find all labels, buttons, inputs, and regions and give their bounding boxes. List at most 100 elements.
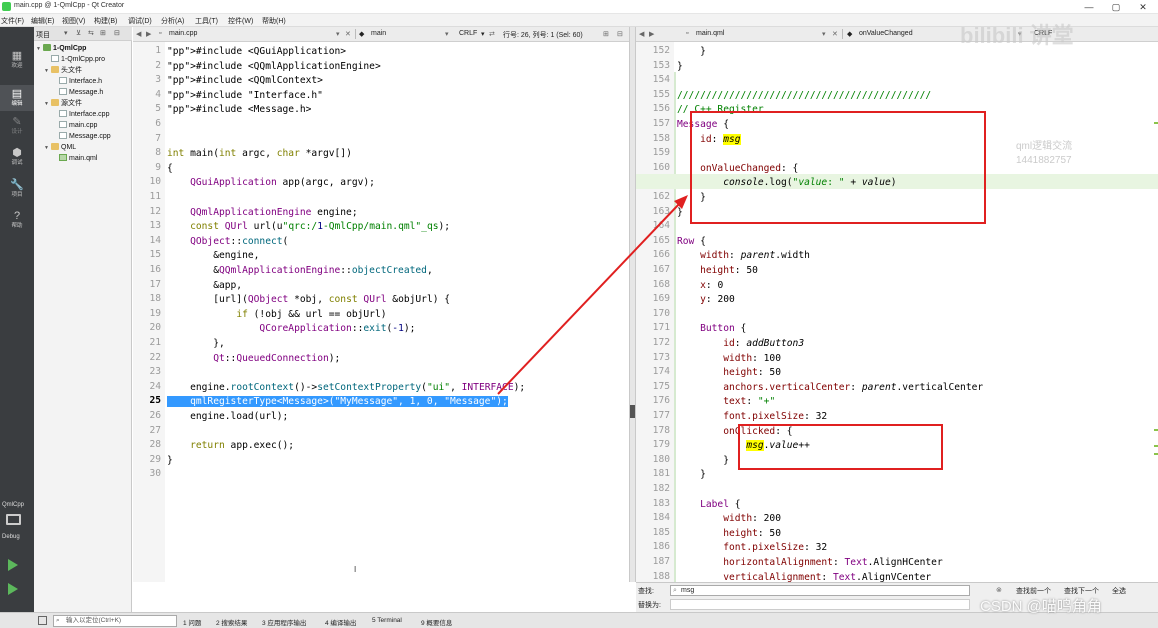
line-number: 28 <box>149 439 161 451</box>
line-ending-chevron-icon[interactable]: ▾ <box>481 30 485 38</box>
line-number: 170 <box>652 307 670 319</box>
symbol-chevron-icon[interactable]: ▾ <box>445 30 449 38</box>
menu-view[interactable]: 视图(V) <box>62 16 85 26</box>
line-number: 171 <box>652 322 670 334</box>
qml-editor-toolbar: ◀ ▶ ▫ main.qml ▾ ✕ ◆ onValueChanged ▾ CR… <box>636 27 1158 42</box>
mode-help[interactable]: ? 帮助 <box>0 207 34 233</box>
line-number: 180 <box>652 453 670 465</box>
tree-expand-icon[interactable]: ▼ <box>44 66 51 77</box>
find-input[interactable]: ⌕ msg <box>670 585 970 596</box>
minimize-button[interactable]: — <box>1076 1 1102 13</box>
line-number: 187 <box>652 556 670 567</box>
tree-expand-icon[interactable]: ▼ <box>44 143 51 154</box>
code-line: font.pixelSize: 32 <box>723 411 828 422</box>
menu-controls[interactable]: 控件(W) <box>228 16 253 26</box>
project-panel-header: 项目 ▾ ⊻ ⇆ ⊞ ⊟ <box>34 27 132 41</box>
pane-compile-output[interactable]: 4 编译输出 <box>325 617 356 627</box>
menu-debug[interactable]: 调试(D) <box>128 16 152 26</box>
qml-file-chevron-icon[interactable]: ▾ <box>822 30 826 38</box>
code-line: } <box>677 206 683 218</box>
line-number: 183 <box>652 497 670 509</box>
qml-symbol-selector[interactable]: onValueChanged <box>859 30 913 37</box>
toggle-sidebar-icon[interactable] <box>38 616 47 625</box>
mode-projects[interactable]: 🔧 项目 <box>0 176 34 202</box>
pane-issues[interactable]: 1 问题 <box>183 617 201 627</box>
filter-icon[interactable]: ⊻ <box>76 29 81 37</box>
menu-edit[interactable]: 编辑(E) <box>31 16 54 26</box>
link-icon[interactable]: ⇆ <box>88 29 94 37</box>
mode-debug-label: 调试 <box>11 160 23 166</box>
cpp-editor-toolbar: ◀ ▶ ▫ main.cpp ▾ ✕ ◆ main ▾ CRLF ▾ ⇄ 行号:… <box>133 27 629 42</box>
maximize-button[interactable]: ▢ <box>1103 1 1129 13</box>
scroll-thumb[interactable] <box>630 405 635 418</box>
encoding-icon[interactable]: ⇄ <box>489 30 495 38</box>
chevron-down-icon[interactable]: ▾ <box>64 29 68 37</box>
split-editor-icon[interactable]: ⊞ <box>603 30 609 38</box>
tree-expand-icon[interactable]: ▼ <box>36 44 43 55</box>
mode-debug[interactable]: ⬢ 调试 <box>0 144 34 170</box>
cpp-file-tab[interactable]: main.cpp <box>169 30 197 37</box>
pane-search-results[interactable]: 2 搜索结果 <box>216 617 247 627</box>
line-number: 185 <box>652 526 670 538</box>
tree-item[interactable]: Message.cpp <box>52 131 111 142</box>
select-all-button[interactable]: 全选 <box>1112 586 1126 596</box>
menu-help[interactable]: 帮助(H) <box>262 16 286 26</box>
code-line: "pp">#include "Interface.h" <box>167 89 323 101</box>
debug-run-icon[interactable] <box>8 583 18 595</box>
pane-general-messages[interactable]: 9 概要信息 <box>421 617 452 627</box>
kit-build-mode[interactable]: Debug <box>2 534 20 540</box>
qml-close-file-icon[interactable]: ✕ <box>832 30 838 38</box>
close-editor-icon[interactable]: ⊟ <box>617 30 623 38</box>
menu-analyze[interactable]: 分析(A) <box>161 16 184 26</box>
line-number: 3 <box>155 74 161 86</box>
qml-nav-back-icon[interactable]: ◀ <box>639 30 644 38</box>
nav-forward-icon[interactable]: ▶ <box>146 30 151 38</box>
close-panel-icon[interactable]: ⊟ <box>114 29 120 37</box>
code-line: qmlRegisterType<Message>("MyMessage", 1,… <box>167 396 508 408</box>
tree-item[interactable]: Interface.h <box>52 76 102 87</box>
clear-search-icon[interactable]: ⊗ <box>996 586 1002 594</box>
nav-back-icon[interactable]: ◀ <box>136 30 141 38</box>
tree-item[interactable]: ▼ 源文件 <box>44 98 82 109</box>
tree-item[interactable]: 1-QmlCpp.pro <box>44 54 105 65</box>
tree-item[interactable]: main.qml <box>52 153 97 164</box>
code-line: QGuiApplication app(argc, argv); <box>190 177 375 189</box>
tree-item[interactable]: ▼ 头文件 <box>44 65 82 76</box>
monitor-icon[interactable] <box>6 514 21 525</box>
qml-nav-forward-icon[interactable]: ▶ <box>649 30 654 38</box>
file-combo-chevron-icon[interactable]: ▾ <box>336 30 340 38</box>
line-number: 11 <box>149 191 161 202</box>
tree-item[interactable]: Message.h <box>52 87 103 98</box>
tree-item-label: Message.cpp <box>69 133 111 140</box>
menu-file[interactable]: 文件(F) <box>1 16 24 26</box>
tree-item[interactable]: ▼ QML <box>44 142 76 153</box>
menu-tools[interactable]: 工具(T) <box>195 16 218 26</box>
locator-input[interactable]: ⌕ 输入以定位(Ctrl+K) <box>53 615 177 627</box>
tree-item[interactable]: Interface.cpp <box>52 109 109 120</box>
tree-expand-icon[interactable]: ▼ <box>44 99 51 110</box>
pane-terminal[interactable]: 5 Terminal <box>372 617 402 624</box>
split-icon[interactable]: ⊞ <box>100 29 106 37</box>
pane-application-output[interactable]: 3 应用程序输出 <box>262 617 306 627</box>
code-line: [url](QObject *obj, const QUrl &objUrl) … <box>167 294 451 306</box>
qml-file-tab[interactable]: main.qml <box>696 30 724 37</box>
mode-design[interactable]: ✎ 设计 <box>0 113 34 139</box>
cpp-line-ending[interactable]: CRLF <box>459 30 477 37</box>
close-button[interactable]: ✕ <box>1130 1 1156 13</box>
mode-edit[interactable]: ▤ 编辑 <box>0 85 34 111</box>
replace-input[interactable] <box>670 599 970 610</box>
close-file-icon[interactable]: ✕ <box>345 30 351 38</box>
qml-symbol-icon: ◆ <box>847 31 853 38</box>
tree-item[interactable]: main.cpp <box>52 120 97 131</box>
line-number: 20 <box>149 322 161 334</box>
menu-build[interactable]: 构建(B) <box>94 16 117 26</box>
fold-bar <box>674 72 676 582</box>
view-selector[interactable]: 项目 <box>36 30 50 40</box>
editor-splitter[interactable] <box>629 27 636 582</box>
run-icon[interactable] <box>8 559 18 571</box>
cpp-cursor-position[interactable]: 行号: 26, 列号: 1 (Sel: 60) <box>503 30 583 40</box>
cpp-symbol-selector[interactable]: main <box>371 30 386 37</box>
tree-item[interactable]: ▼ 1-QmlCpp <box>36 43 86 54</box>
cpp-editor[interactable]: ◀ ▶ ▫ main.cpp ▾ ✕ ◆ main ▾ CRLF ▾ ⇄ 行号:… <box>133 27 629 582</box>
mode-welcome[interactable]: ▦ 欢迎 <box>0 47 34 73</box>
